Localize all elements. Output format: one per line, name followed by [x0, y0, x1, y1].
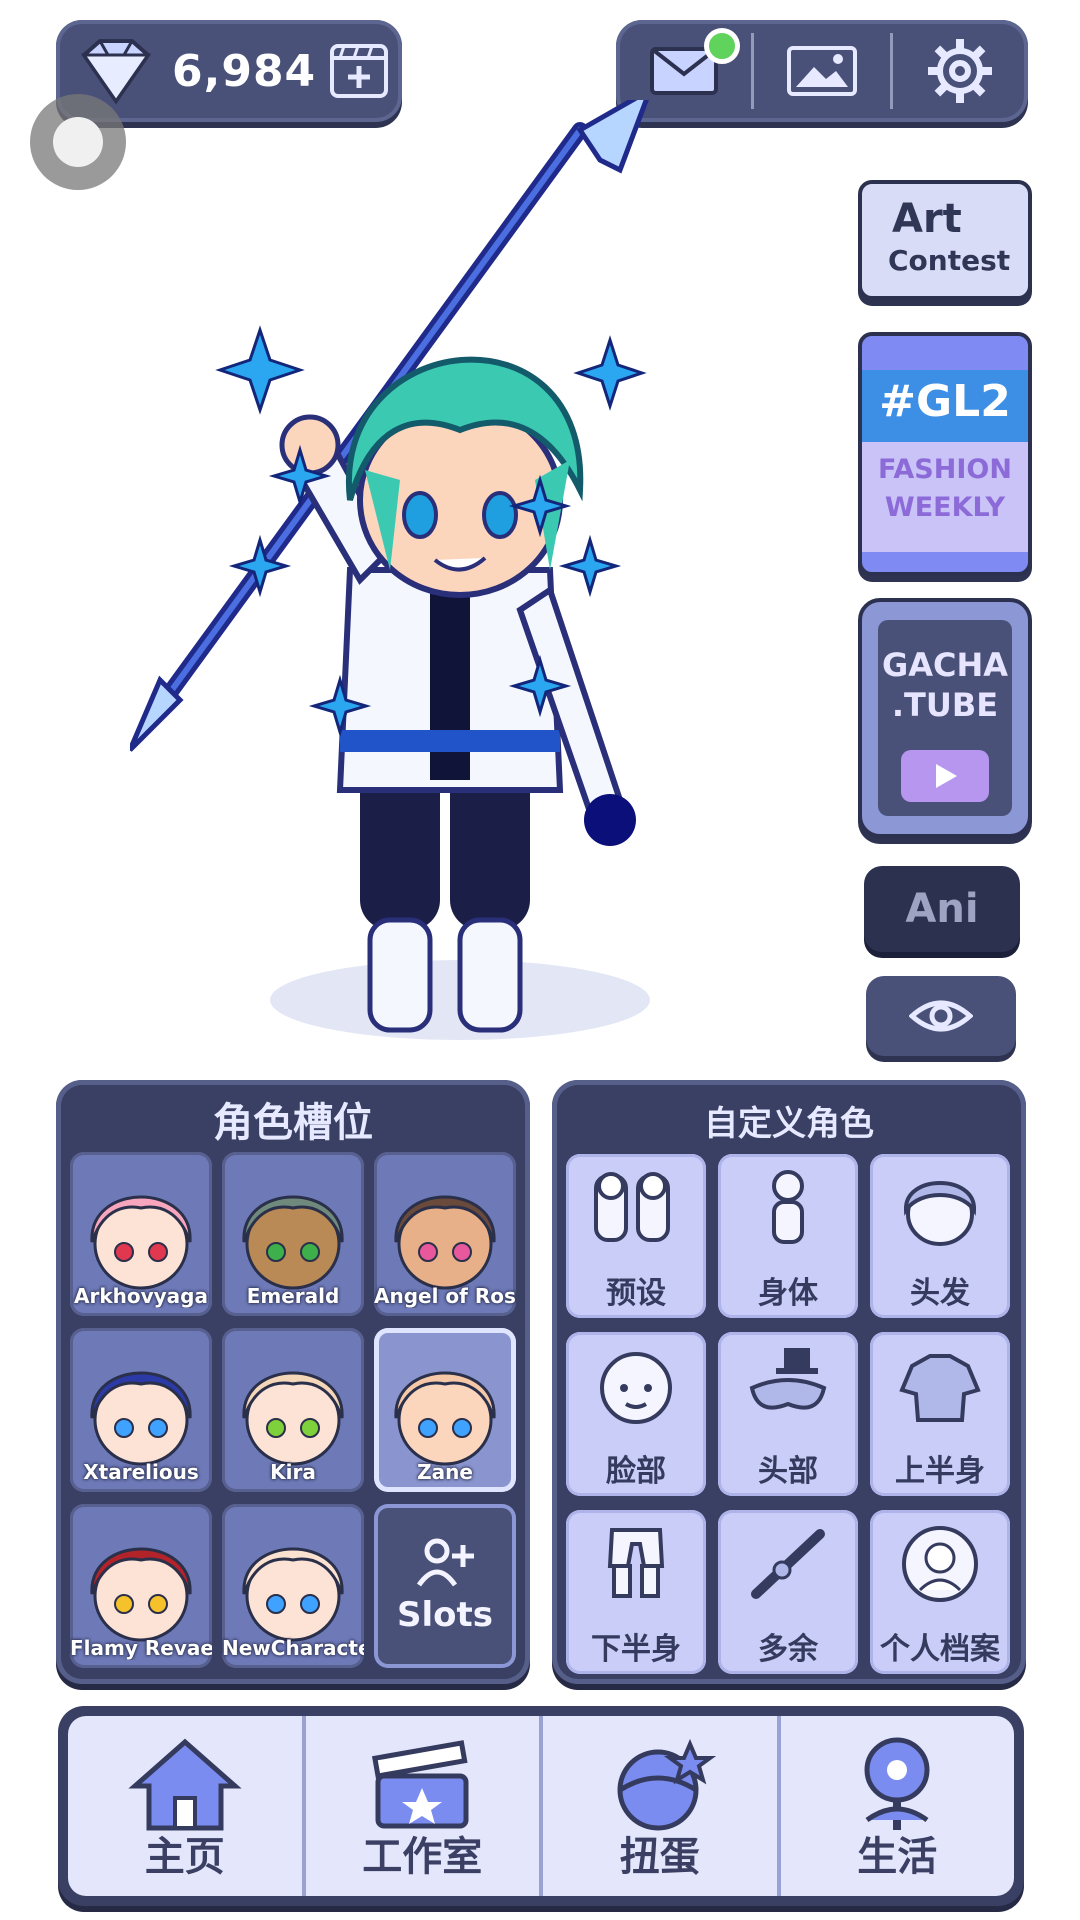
character-slot[interactable]: Xtarelious: [70, 1328, 212, 1492]
category-tile[interactable]: 脸部: [566, 1332, 706, 1496]
play-icon: [901, 750, 989, 802]
art-contest-line2: Contest: [888, 244, 1011, 277]
customize-panel-title: 自定义角色: [704, 1104, 874, 1144]
slot-name: Xtarelious: [83, 1460, 199, 1484]
category-label: 多余: [758, 1632, 818, 1667]
character-slot[interactable]: Zane: [374, 1328, 516, 1492]
category-label: 个人档案: [880, 1632, 1000, 1667]
category-tile[interactable]: 下半身: [566, 1510, 706, 1674]
gacha-icon: [617, 1738, 716, 1831]
slot-name: Flamy Revaes: [70, 1636, 212, 1660]
slots-panel-title: 角色槽位: [213, 1100, 373, 1146]
gem-count: 6,984: [172, 45, 317, 97]
gear-icon: [928, 39, 993, 103]
home-icon: [128, 1738, 242, 1831]
film-add-icon[interactable]: [328, 40, 390, 102]
visibility-toggle[interactable]: [866, 976, 1016, 1056]
settings-button[interactable]: [893, 20, 1028, 122]
category-label: 预设: [606, 1276, 666, 1311]
gl2-fashion-weekly-button[interactable]: #GL2 FASHION WEEKLY: [858, 332, 1032, 576]
character-slot[interactable]: NewCharacter: [222, 1504, 364, 1668]
category-tile[interactable]: 上半身: [870, 1332, 1010, 1496]
art-contest-button[interactable]: Art Contest: [858, 180, 1032, 300]
body-icon: [772, 1170, 804, 1244]
art-contest-line1: Art: [892, 196, 962, 242]
slot-name: Zane: [417, 1460, 473, 1484]
category-label: 头部: [758, 1454, 818, 1489]
category-label: 脸部: [606, 1454, 666, 1489]
life-icon: [864, 1737, 930, 1830]
nav-label: 生活: [857, 1834, 938, 1880]
image-icon: [786, 46, 857, 96]
slot-grid: Arkhovyaga Emerald Angel of Roses Xtareliou…: [70, 1152, 516, 1668]
character-slot[interactable]: Flamy Revaes: [70, 1504, 212, 1668]
category-label: 下半身: [591, 1632, 681, 1667]
preset-icon: [594, 1172, 670, 1242]
nav-item[interactable]: 扭蛋: [543, 1716, 781, 1896]
slot-name: Arkhovyaga: [73, 1284, 208, 1308]
character-slot[interactable]: Emerald: [222, 1152, 364, 1316]
gacha-tube-button[interactable]: GACHA .TUBE: [858, 598, 1032, 838]
category-tile[interactable]: 预设: [566, 1154, 706, 1318]
ani-button[interactable]: Ani: [864, 866, 1020, 952]
customize-panel: 自定义角色 预设 身体 头发脸部 头部 上半身下半身 多余 个人档案: [552, 1080, 1026, 1684]
profile-icon: [902, 1526, 978, 1602]
category-tile[interactable]: 头部: [718, 1332, 858, 1496]
face-icon: [600, 1352, 672, 1424]
category-grid: 预设 身体 头发脸部 头部 上半身下半身 多余 个人档案: [566, 1154, 1010, 1674]
character-slot[interactable]: Kira: [222, 1328, 364, 1492]
gacha-tube-line1: GACHA: [881, 646, 1009, 684]
category-label: 上半身: [895, 1454, 985, 1489]
category-tile[interactable]: 头发: [870, 1154, 1010, 1318]
category-tile[interactable]: 身体: [718, 1154, 858, 1318]
nav-label: 主页: [144, 1834, 225, 1880]
head-accessory-icon: [749, 1348, 827, 1410]
category-tile[interactable]: 多余: [718, 1510, 858, 1674]
floating-assistive-button[interactable]: [30, 94, 126, 190]
category-tile[interactable]: 个人档案: [870, 1510, 1010, 1674]
slot-name: Emerald: [246, 1284, 340, 1308]
nav-item[interactable]: 生活: [781, 1716, 1015, 1896]
nav-item[interactable]: 工作室: [306, 1716, 543, 1896]
lower-body-icon: [607, 1528, 665, 1598]
character-preview[interactable]: [130, 100, 830, 1060]
character-slot[interactable]: Arkhovyaga: [70, 1152, 212, 1316]
bottom-navigation: 主页 工作室 扭蛋 生活: [58, 1706, 1024, 1906]
studio-icon: [372, 1740, 469, 1829]
gl2-line2: WEEKLY: [884, 492, 1006, 523]
gl2-line1: FASHION: [878, 454, 1012, 485]
slot-name: NewCharacter: [222, 1636, 364, 1660]
nav-label: 工作室: [362, 1834, 483, 1880]
slot-name: Kira: [270, 1460, 316, 1484]
hair-icon: [903, 1181, 977, 1246]
character-slots-panel: 角色槽位 Arkhovyaga Emerald Angel of Roses Xtar…: [56, 1080, 530, 1684]
add-user-icon: [416, 1538, 474, 1587]
nav-label: 扭蛋: [619, 1834, 700, 1880]
upper-body-icon: [899, 1354, 981, 1422]
category-label: 身体: [758, 1276, 818, 1311]
notification-dot: [704, 28, 740, 64]
nav-item[interactable]: 主页: [68, 1716, 306, 1896]
category-label: 头发: [910, 1276, 970, 1311]
gacha-tube-line2: .TUBE: [891, 686, 999, 724]
add-slots-button[interactable]: Slots: [374, 1504, 516, 1668]
gl2-tag: #GL2: [879, 376, 1011, 427]
character-slot[interactable]: Angel of Roses: [374, 1152, 516, 1316]
add-slots-label: Slots: [397, 1595, 493, 1635]
extra-icon: [751, 1529, 825, 1599]
slot-name: Angel of Roses: [374, 1284, 516, 1308]
eye-icon: [909, 1000, 973, 1032]
